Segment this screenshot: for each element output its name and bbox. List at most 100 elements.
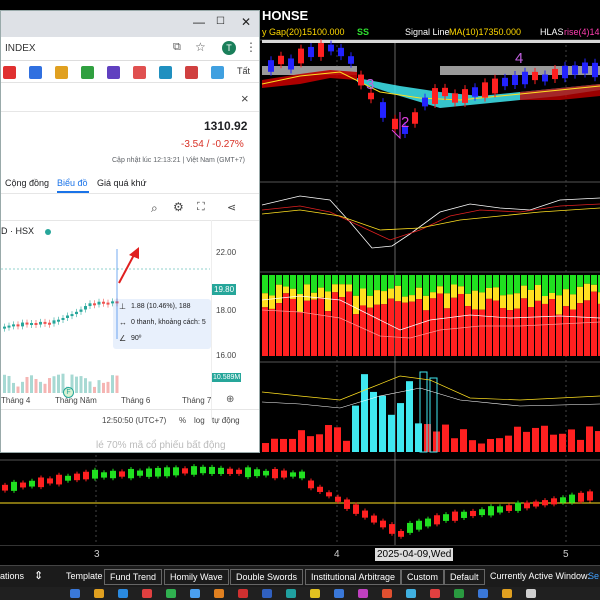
tab-bieu-do[interactable]: Biểu đồ: [57, 178, 88, 188]
stacked-bar-segment: [402, 296, 408, 303]
price-candle: [582, 62, 588, 74]
bottom-candle: [263, 470, 269, 476]
translate-icon[interactable]: ⧉: [173, 41, 181, 54]
homily-wave-button[interactable]: Homily Wave: [164, 569, 229, 585]
bookmark-icon[interactable]: [107, 66, 120, 79]
histogram-bar: [595, 431, 600, 452]
taskbar-app-icon[interactable]: [214, 589, 224, 598]
tab-cong-dong[interactable]: Cộng đồng: [5, 178, 49, 188]
stacked-bar-segment: [570, 275, 576, 295]
histogram-bar: [298, 430, 305, 452]
stacked-bar-segment: [283, 293, 289, 356]
taskbar-app-icon[interactable]: [94, 589, 104, 598]
taskbar-app-icon[interactable]: [286, 589, 296, 598]
taskbar-app-icon[interactable]: [430, 589, 440, 598]
taskbar-app-icon[interactable]: [478, 589, 488, 598]
bottom-candle: [236, 469, 242, 474]
divider: [1, 111, 259, 112]
stacked-bar-segment: [325, 275, 331, 292]
stacked-bar-segment: [444, 293, 450, 309]
stacked-bar-segment: [451, 284, 457, 298]
stacked-bar-segment: [465, 275, 471, 294]
up-down-arrows-icon[interactable]: ⇕: [34, 569, 43, 582]
signal-line-value: MA(10)17350.000: [449, 27, 522, 37]
bookmark-icon[interactable]: [55, 66, 68, 79]
bookmark-icon[interactable]: [3, 66, 16, 79]
tab-gia-qua-khu[interactable]: Giá quá khứ: [97, 178, 147, 188]
taskbar-app-icon[interactable]: [262, 589, 272, 598]
price-candle: [348, 56, 354, 64]
taskbar-app-icon[interactable]: [166, 589, 176, 598]
bookmark-icon[interactable]: [81, 66, 94, 79]
stacked-bar-segment: [423, 275, 429, 296]
stacked-bar-segment: [311, 275, 317, 293]
stacked-bar-segment: [493, 287, 499, 301]
mini-volume-bar: [84, 378, 87, 393]
mini-candle: [75, 311, 78, 315]
bookmark-icon[interactable]: [133, 66, 146, 79]
chart-title: HONSE: [262, 8, 309, 23]
url-text[interactable]: INDEX: [5, 43, 36, 54]
histogram-bar: [478, 443, 485, 452]
taskbar-app-icon[interactable]: [454, 589, 464, 598]
stacked-bar-segment: [472, 290, 478, 310]
default-button[interactable]: Default: [444, 569, 485, 585]
taskbar-app-icon[interactable]: [382, 589, 392, 598]
taskbar-app-icon[interactable]: [406, 589, 416, 598]
bottom-candle: [74, 473, 80, 481]
bottom-candle: [254, 469, 260, 477]
stacked-bar-segment: [444, 308, 450, 356]
taskbar-app-icon[interactable]: [334, 589, 344, 598]
bookmark-star-icon[interactable]: ☆: [195, 40, 206, 54]
maximize-icon[interactable]: ☐: [216, 16, 225, 27]
stacked-bar-segment: [514, 275, 520, 294]
stacked-bar-segment: [353, 295, 359, 315]
bookmark-icon[interactable]: [29, 66, 42, 79]
wave-label-4: 4: [515, 50, 524, 67]
minimize-icon[interactable]: —: [193, 15, 205, 29]
taskbar-app-icon[interactable]: [358, 589, 368, 598]
close-panel-icon[interactable]: ×: [241, 91, 249, 106]
taskbar-app-icon[interactable]: [118, 589, 128, 598]
taskbar-app-icon[interactable]: [190, 589, 200, 598]
red-arrow-annotation: [118, 247, 139, 284]
bottom-candle: [47, 478, 53, 484]
address-bar[interactable]: INDEX ⧉ ☆ T ⋮: [1, 37, 259, 61]
price-candle: [422, 97, 428, 107]
more-menu-icon[interactable]: ⋮: [245, 40, 257, 54]
bottom-candle: [164, 467, 170, 477]
mini-candle: [111, 301, 114, 304]
mini-candle: [84, 306, 87, 310]
wave-label-2: 2: [401, 114, 410, 131]
custom-button[interactable]: Custom: [401, 569, 445, 585]
bookmark-icon[interactable]: [211, 66, 224, 79]
stacked-bar-segment: [465, 293, 471, 307]
stacked-bar-segment: [521, 285, 527, 299]
profile-avatar[interactable]: T: [222, 41, 236, 55]
bottom-candle: [146, 468, 152, 477]
mini-candle: [97, 301, 101, 305]
bookmark-icon[interactable]: [159, 66, 172, 79]
all-bookmarks-link[interactable]: Tất: [237, 66, 250, 76]
bottom-candle: [380, 520, 386, 528]
double-swords-button[interactable]: Double Swords: [230, 569, 304, 585]
stock-mini-chart[interactable]: [1, 209, 253, 421]
event-flag-icon[interactable]: F: [63, 387, 74, 398]
stacked-bar-segment: [402, 275, 408, 297]
stacked-bar-segment: [451, 297, 457, 356]
close-window-icon[interactable]: ✕: [241, 15, 251, 29]
bookmark-icon[interactable]: [185, 66, 198, 79]
stacked-bar-segment: [318, 287, 324, 298]
taskbar-app-icon[interactable]: [142, 589, 152, 598]
institutional-arbitrage-button[interactable]: Institutional Arbitrage: [305, 569, 402, 585]
taskbar-app-icon[interactable]: [70, 589, 80, 598]
stacked-bar-segment: [381, 291, 387, 305]
bottom-candle: [29, 480, 35, 487]
taskbar-app-icon[interactable]: [310, 589, 320, 598]
toolbar-item-ations[interactable]: ations: [0, 571, 24, 581]
fund-trend-button[interactable]: Fund Trend: [104, 569, 163, 585]
taskbar-app-icon[interactable]: [526, 589, 536, 598]
taskbar-app-icon[interactable]: [502, 589, 512, 598]
mini-candle: [102, 301, 105, 304]
taskbar-app-icon[interactable]: [238, 589, 248, 598]
